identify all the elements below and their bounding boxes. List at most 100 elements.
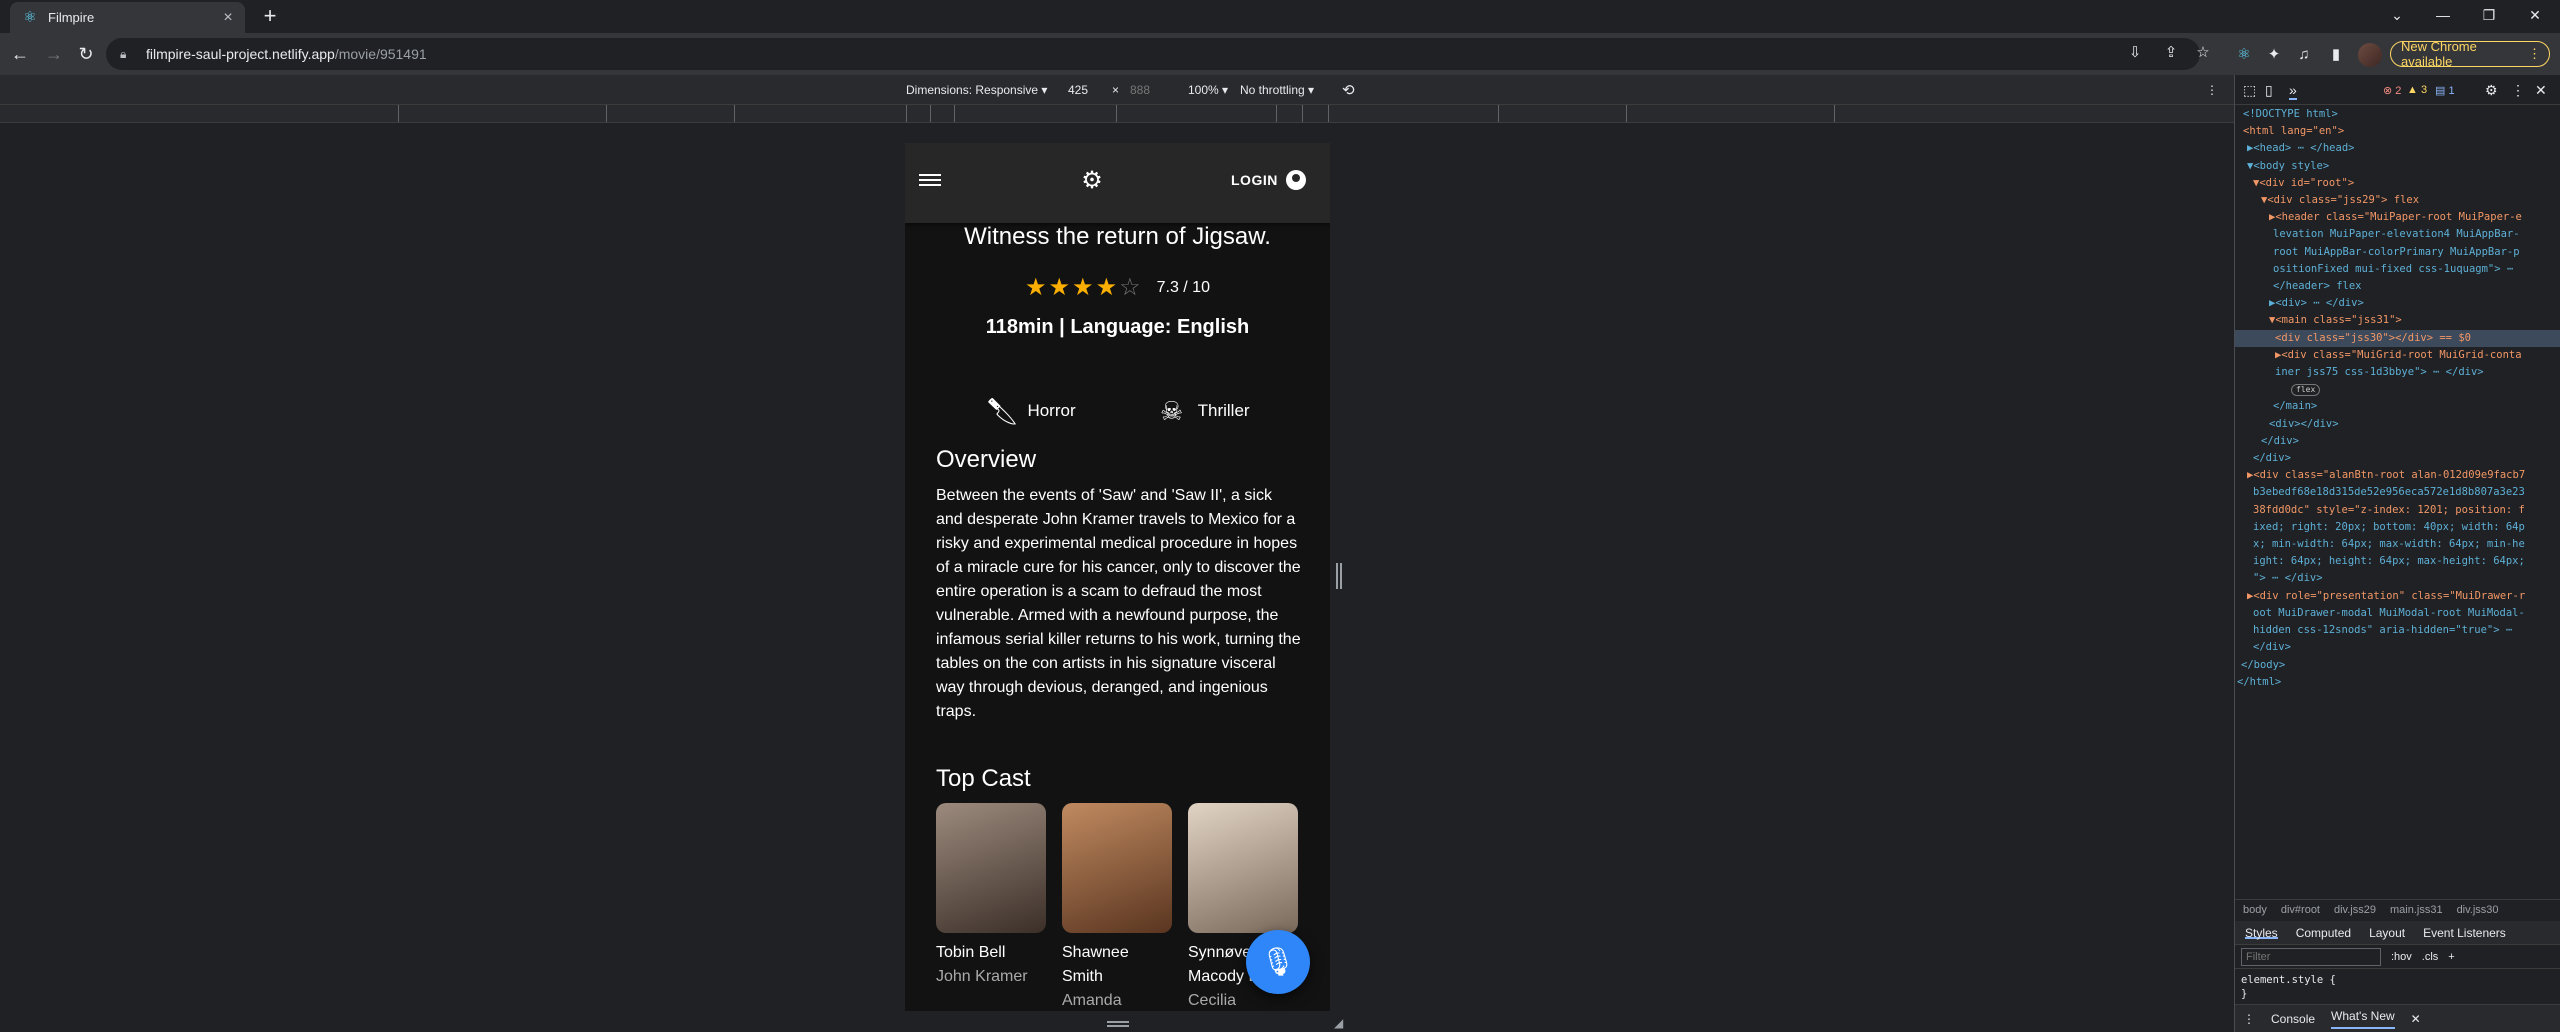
address-bar[interactable]: 🔒︎ filmpire-saul-project.netlify.app/mov…	[106, 38, 2200, 70]
reload-icon[interactable]: ↻	[74, 42, 98, 66]
browser-tab[interactable]: ⚛ Filmpire ×	[10, 2, 245, 33]
tab-event-listeners[interactable]: Event Listeners	[2423, 926, 2506, 940]
share-icon[interactable]: ⇪	[2160, 42, 2182, 64]
minimize-button[interactable]: —	[2420, 0, 2466, 33]
styles-filter-input[interactable]	[2241, 947, 2381, 966]
info-count[interactable]: ▤ 1	[2435, 84, 2455, 97]
zoom-select[interactable]: 100% ▾	[1188, 83, 1228, 97]
extensions-icon[interactable]: ✦	[2264, 45, 2284, 65]
close-devtools-icon[interactable]: ✕	[2535, 82, 2547, 99]
dom-tree-line[interactable]: <html lang="en">	[2235, 123, 2560, 140]
brightness-toggle-icon[interactable]: ⚙	[1080, 169, 1104, 193]
device-toggle-icon[interactable]: ▯	[2265, 82, 2273, 99]
tab-layout[interactable]: Layout	[2369, 926, 2405, 940]
dom-tree-line[interactable]: root MuiAppBar-colorPrimary MuiAppBar-p	[2235, 244, 2560, 261]
dom-tree-line[interactable]: flex	[2235, 381, 2560, 398]
throttle-select[interactable]: No throttling ▾	[1240, 83, 1314, 97]
dom-tree-line[interactable]: ▶<div class="alanBtn-root alan-012d09e9f…	[2235, 467, 2560, 484]
dom-tree-line[interactable]: </html>	[2235, 674, 2560, 691]
dom-tree-line[interactable]: </div>	[2235, 450, 2560, 467]
dom-tree-line[interactable]: ▼<div id="root">	[2235, 175, 2560, 192]
settings-gear-icon[interactable]: ⚙	[2485, 82, 2498, 99]
breadcrumb-item[interactable]: body	[2243, 904, 2267, 917]
more-tabs-icon[interactable]: »	[2289, 82, 2297, 100]
tab-search-icon[interactable]: ⌄	[2374, 0, 2420, 33]
breadcrumb-item[interactable]: div#root	[2281, 904, 2320, 917]
react-devtools-icon[interactable]: ⚛	[2234, 45, 2254, 65]
forward-icon[interactable]: →	[42, 42, 66, 66]
chrome-update-button[interactable]: New Chrome available ⋮	[2390, 39, 2550, 69]
dom-tree-line[interactable]: </div>	[2235, 639, 2560, 656]
rotate-icon[interactable]: ⟲	[1342, 81, 1355, 99]
dom-tree-line[interactable]: "> ⋯ </div>	[2235, 570, 2560, 587]
tab-whats-new[interactable]: What's New	[2331, 1009, 2395, 1029]
warning-count[interactable]: ▲ 3	[2407, 84, 2427, 96]
dom-tree-line[interactable]: levation MuiPaper-elevation4 MuiAppBar-	[2235, 226, 2560, 243]
dom-tree-line[interactable]: ▼<div class="jss29"> flex	[2235, 192, 2560, 209]
bookmark-star-icon[interactable]: ☆	[2192, 42, 2214, 64]
dom-tree-line[interactable]: <div class="jss30"></div> == $0	[2235, 329, 2560, 347]
dimensions-select[interactable]: Dimensions: Responsive ▾	[906, 83, 1047, 97]
back-icon[interactable]: ←	[8, 42, 32, 66]
dom-tree-line[interactable]: iner jss75 css-1d3bbye"> ⋯ </div>	[2235, 364, 2560, 381]
cast-card[interactable]: Shawnee Smith Amanda	[1062, 803, 1172, 1011]
devtools-menu-icon[interactable]: ⋮	[2511, 82, 2525, 99]
login-button[interactable]: LOGIN	[1231, 172, 1278, 188]
dom-tree-line[interactable]: <!DOCTYPE html>	[2235, 106, 2560, 123]
width-input[interactable]: 425	[1068, 83, 1088, 97]
genre-thriller-link[interactable]: ☠ Thriller	[1156, 395, 1250, 427]
error-count[interactable]: ⊗ 2	[2383, 84, 2401, 97]
dom-tree-line[interactable]: ▶<div> ⋯ </div>	[2235, 295, 2560, 312]
new-rule-icon[interactable]: +	[2448, 951, 2454, 963]
install-app-icon[interactable]: ⇩	[2124, 42, 2146, 64]
account-circle-icon[interactable]	[1286, 170, 1306, 190]
dom-tree-line[interactable]: b3ebedf68e18d315de52e956eca572e1d8b807a3…	[2235, 484, 2560, 501]
dom-tree-line[interactable]: </main>	[2235, 398, 2560, 415]
site-info-icon[interactable]: 🔒︎	[120, 47, 136, 62]
dom-tree-line[interactable]: ▶<div class="MuiGrid-root MuiGrid-conta	[2235, 347, 2560, 364]
dom-tree-line[interactable]: x; min-width: 64px; max-width: 64px; min…	[2235, 536, 2560, 553]
dom-tree-line[interactable]: hidden css-12snods" aria-hidden="true"> …	[2235, 622, 2560, 639]
dom-tree-line[interactable]: ositionFixed mui-fixed css-1uquagm"> ⋯	[2235, 261, 2560, 278]
hamburger-menu-icon[interactable]	[919, 171, 941, 189]
genre-horror-link[interactable]: 🔪︎ Horror	[985, 395, 1075, 427]
dom-tree-line[interactable]: oot MuiDrawer-modal MuiModal-root MuiMod…	[2235, 605, 2560, 622]
corner-resize-handle[interactable]: ◢	[1334, 1016, 1346, 1030]
dom-tree-line[interactable]: ▶<head> ⋯ </head>	[2235, 140, 2560, 157]
inspect-element-icon[interactable]: ⬚	[2243, 82, 2256, 99]
class-toggle[interactable]: .cls	[2422, 951, 2439, 963]
width-resize-handle[interactable]	[1336, 563, 1342, 589]
dom-tree-line[interactable]: 38fdd0dc" style="z-index: 1201; position…	[2235, 502, 2560, 519]
tab-console[interactable]: Console	[2271, 1012, 2315, 1026]
height-input[interactable]: 888	[1130, 83, 1150, 97]
dom-tree-line[interactable]: ▼<body style>	[2235, 158, 2560, 175]
height-resize-handle[interactable]	[1107, 1021, 1129, 1027]
media-controls-icon[interactable]: ♫	[2294, 45, 2314, 65]
element-style-rule[interactable]: element.style { }	[2241, 973, 2336, 1001]
breadcrumb-item[interactable]: div.jss29	[2334, 904, 2376, 917]
dom-tree-line[interactable]: ▼<main class="jss31">	[2235, 312, 2560, 329]
tab-close-icon[interactable]: ×	[219, 9, 237, 27]
new-tab-button[interactable]: +	[258, 5, 282, 29]
dom-tree-line[interactable]: ight: 64px; height: 64px; max-height: 64…	[2235, 553, 2560, 570]
drawer-menu-icon[interactable]: ⋮	[2243, 1012, 2255, 1026]
tab-computed[interactable]: Computed	[2296, 926, 2351, 940]
voice-assistant-mic-button[interactable]: 🎙︎	[1246, 930, 1310, 994]
elements-tree[interactable]: <!DOCTYPE html> <html lang="en"> ▶<head> ⋯…	[2235, 106, 2560, 888]
breadcrumb-item[interactable]: div.jss30	[2457, 904, 2499, 917]
breadcrumb-item[interactable]: main.jss31	[2390, 904, 2443, 917]
cast-card[interactable]: Tobin Bell John Kramer	[936, 803, 1046, 1011]
close-drawer-icon[interactable]: ✕	[2411, 1012, 2421, 1026]
dom-tree-line[interactable]: </body>	[2235, 657, 2560, 674]
side-panel-icon[interactable]: ▮	[2326, 45, 2346, 65]
dom-tree-line[interactable]: </header> flex	[2235, 278, 2560, 295]
dom-tree-line[interactable]: <div></div>	[2235, 416, 2560, 433]
close-window-button[interactable]: ✕	[2512, 0, 2558, 33]
device-options-icon[interactable]: ⋮	[2206, 83, 2218, 97]
hover-state-toggle[interactable]: :hov	[2391, 951, 2412, 963]
dom-tree-line[interactable]: ▶<header class="MuiPaper-root MuiPaper-e	[2235, 209, 2560, 226]
maximize-button[interactable]: ❐	[2466, 0, 2512, 33]
dom-tree-line[interactable]: ixed; right: 20px; bottom: 40px; width: …	[2235, 519, 2560, 536]
dom-tree-line[interactable]: ▶<div role="presentation" class="MuiDraw…	[2235, 588, 2560, 605]
tab-styles[interactable]: Styles	[2245, 926, 2278, 940]
